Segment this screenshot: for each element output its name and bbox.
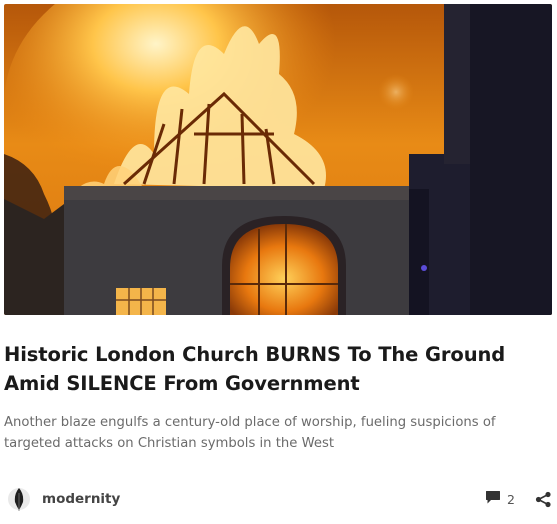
comment-count: 2: [507, 491, 515, 507]
share-icon[interactable]: [535, 491, 552, 508]
author-name: modernity: [42, 491, 121, 507]
post-card: Historic London Church BURNS To The Grou…: [0, 0, 557, 524]
burning-church-photo: [4, 4, 552, 315]
author-link[interactable]: modernity: [4, 484, 120, 514]
speech-bubble-icon: [485, 489, 501, 509]
black-feather-icon: [7, 485, 31, 513]
post-subtitle: Another blaze engulfs a century-old plac…: [4, 415, 496, 451]
post-footer: modernity 2: [4, 484, 552, 514]
comments-button[interactable]: 2: [485, 489, 515, 509]
post-actions: 2: [485, 484, 552, 514]
hero-image[interactable]: [4, 4, 552, 315]
post-title[interactable]: Historic London Church BURNS To The Grou…: [4, 340, 552, 398]
